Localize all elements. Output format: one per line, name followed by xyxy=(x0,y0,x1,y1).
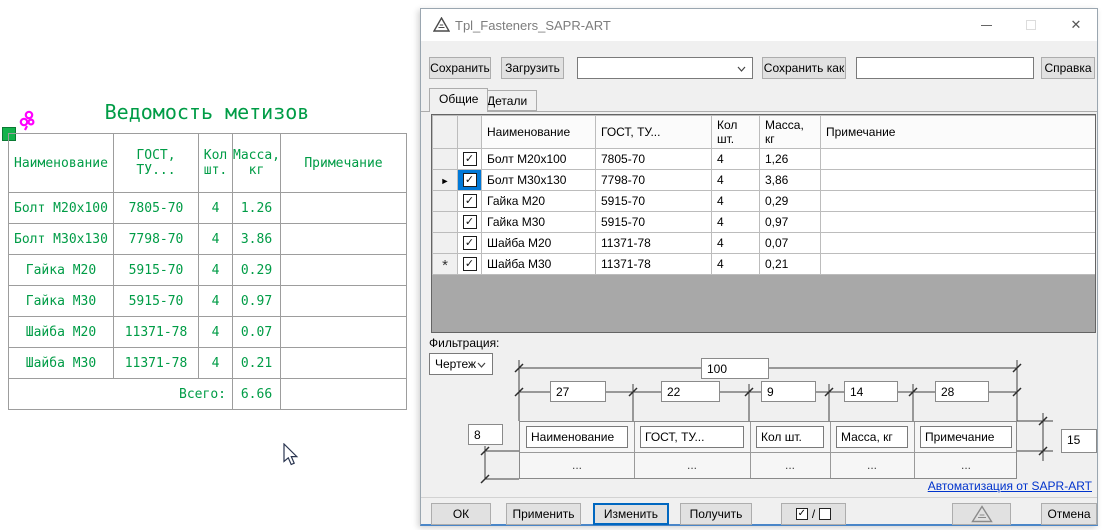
cad-col-header: Масса, кг xyxy=(233,134,281,193)
col-width-input[interactable]: 9 xyxy=(761,381,816,402)
col-label-input[interactable]: Примечание xyxy=(920,426,1012,448)
total-value: 6.66 xyxy=(233,379,281,410)
header-row-height-input[interactable]: 15 xyxy=(1061,429,1097,453)
total-width-input[interactable]: 100 xyxy=(701,358,769,379)
row-checkbox[interactable]: ✓ xyxy=(463,194,477,208)
grid-col-header[interactable]: Кол шт. xyxy=(712,116,760,149)
sapr-art-logo-icon xyxy=(971,505,993,523)
grid-row: ✓ Гайка М205915-7040,29 xyxy=(433,191,1096,212)
grid-corner-cell xyxy=(433,116,458,149)
save-button[interactable]: Сохранить xyxy=(429,57,491,79)
toggle-separator: / xyxy=(812,507,815,521)
maximize-button[interactable] xyxy=(1015,13,1047,37)
template-name-input[interactable] xyxy=(856,57,1034,79)
save-as-button[interactable]: Сохранить как xyxy=(762,57,846,79)
preview-data-cell: ... xyxy=(914,458,1018,472)
close-button[interactable]: ✕ xyxy=(1060,13,1092,37)
dialog-titlebar[interactable]: Tpl_Fasteners_SAPR-ART ✕ xyxy=(421,9,1097,41)
checked-box-icon: ✓ xyxy=(796,508,808,520)
cad-table-row: Гайка М205915-7040.29 xyxy=(9,255,407,286)
cancel-button[interactable]: Отмена xyxy=(1041,503,1097,525)
cad-table-total-row: Всего: 6.66 xyxy=(9,379,407,410)
grid-row: * ✓ Шайба М3011371-7840,21 xyxy=(433,254,1096,275)
filter-combobox-value: Чертеж xyxy=(435,357,476,371)
grid-checkbox-header xyxy=(458,116,482,149)
vendor-link[interactable]: Автоматизация от SAPR-ART xyxy=(928,479,1092,493)
fasteners-grid: Наименование ГОСТ, ТУ... Кол шт. Масса, … xyxy=(431,114,1096,333)
cad-col-header: Примечание xyxy=(281,134,407,193)
grid-row: ✓ Болт M20x1007805-7041,26 xyxy=(433,149,1096,170)
row-checkbox[interactable]: ✓ xyxy=(463,215,477,229)
cad-col-header: Наименование xyxy=(9,134,114,193)
dialog-title: Tpl_Fasteners_SAPR-ART xyxy=(455,18,611,33)
col-label-input[interactable]: Кол шт. xyxy=(756,426,824,448)
get-button[interactable]: Получить xyxy=(680,503,752,525)
grid-col-header[interactable]: ГОСТ, ТУ... xyxy=(596,116,712,149)
filter-label: Фильтрация: xyxy=(429,336,499,350)
screen: Ведомость метизов Наименование ГОСТ, ТУ.… xyxy=(0,0,1102,530)
row-checkbox[interactable]: ✓ xyxy=(463,236,477,250)
chevron-down-icon xyxy=(477,362,486,368)
ok-button[interactable]: ОК xyxy=(431,503,491,525)
preview-data-cell: ... xyxy=(750,458,830,472)
apply-button[interactable]: Применить xyxy=(506,503,581,525)
cad-table-row: Гайка М305915-7040.97 xyxy=(9,286,407,317)
table-preview: Наименование ГОСТ, ТУ... Кол шт. Масса, … xyxy=(519,421,1017,479)
close-icon: ✕ xyxy=(1071,17,1082,33)
unchecked-box-icon xyxy=(819,508,831,520)
col-label-input[interactable]: ГОСТ, ТУ... xyxy=(640,426,744,448)
cad-col-header: Кол шт. xyxy=(199,134,233,193)
cad-table-header-row: Наименование ГОСТ, ТУ... Кол шт. Масса, … xyxy=(9,134,407,193)
grid-row-selected: ► ✓ Болт M30x1307798-7043,86 xyxy=(433,170,1096,191)
preview-data-cell: ... xyxy=(830,458,914,472)
new-row-indicator: * xyxy=(442,262,448,270)
col-width-input[interactable]: 28 xyxy=(935,381,989,402)
row-checkbox[interactable]: ✓ xyxy=(463,173,477,187)
footer-divider xyxy=(421,497,1097,498)
minimize-button[interactable] xyxy=(970,13,1002,37)
filter-combobox[interactable]: Чертеж xyxy=(429,353,493,375)
row-checkbox[interactable]: ✓ xyxy=(463,152,477,166)
preview-data-cell: ... xyxy=(634,458,750,472)
cad-table-row: Шайба М2011371-7840.07 xyxy=(9,317,407,348)
cad-table-row: Болт М20х1007805-7041.26 xyxy=(9,193,407,224)
grid-col-header[interactable]: Масса, кг xyxy=(760,116,821,149)
total-label: Всего: xyxy=(9,379,233,410)
grid-col-header[interactable]: Примечание xyxy=(821,116,1096,149)
tab-divider xyxy=(421,111,1097,112)
cad-table-row: Болт М30х1307798-7043.86 xyxy=(9,224,407,255)
cad-col-header: ГОСТ, ТУ... xyxy=(114,134,199,193)
col-label-input[interactable]: Наименование xyxy=(526,426,628,448)
col-label-input[interactable]: Масса, кг xyxy=(836,426,908,448)
insertion-marker-icon xyxy=(16,106,40,132)
template-combobox[interactable] xyxy=(577,57,753,79)
mouse-cursor xyxy=(283,443,303,469)
minimize-icon xyxy=(981,25,992,26)
sapr-art-logo-button[interactable] xyxy=(952,503,1011,525)
help-button[interactable]: Справка xyxy=(1041,57,1095,79)
tab-general[interactable]: Общие xyxy=(429,88,488,112)
app-logo-icon xyxy=(433,17,450,32)
row-checkbox[interactable]: ✓ xyxy=(463,257,477,271)
col-width-input[interactable]: 22 xyxy=(661,381,720,402)
toggle-all-checkboxes-button[interactable]: ✓ / xyxy=(781,503,846,525)
col-width-input[interactable]: 14 xyxy=(844,381,898,402)
dialog-window: Tpl_Fasteners_SAPR-ART ✕ Сохранить Загру… xyxy=(420,8,1098,526)
grid-row: ✓ Шайба М2011371-7840,07 xyxy=(433,233,1096,254)
col-width-input[interactable]: 27 xyxy=(550,381,606,402)
current-row-pointer-icon: ► xyxy=(441,176,450,186)
chevron-down-icon xyxy=(737,66,746,72)
preview-data-cell: ... xyxy=(520,458,634,472)
data-row-height-input[interactable]: 8 xyxy=(468,424,503,445)
cad-table-title: Ведомость метизов xyxy=(8,100,406,124)
grid-row: ✓ Гайка М305915-7040,97 xyxy=(433,212,1096,233)
edit-button[interactable]: Изменить xyxy=(593,503,669,525)
cad-table-row: Шайба М3011371-7840.21 xyxy=(9,348,407,379)
grid-header-row: Наименование ГОСТ, ТУ... Кол шт. Масса, … xyxy=(433,116,1096,149)
maximize-icon xyxy=(1026,20,1036,30)
grid-col-header[interactable]: Наименование xyxy=(482,116,596,149)
cad-fasteners-table: Наименование ГОСТ, ТУ... Кол шт. Масса, … xyxy=(8,133,407,410)
load-button[interactable]: Загрузить xyxy=(501,57,564,79)
